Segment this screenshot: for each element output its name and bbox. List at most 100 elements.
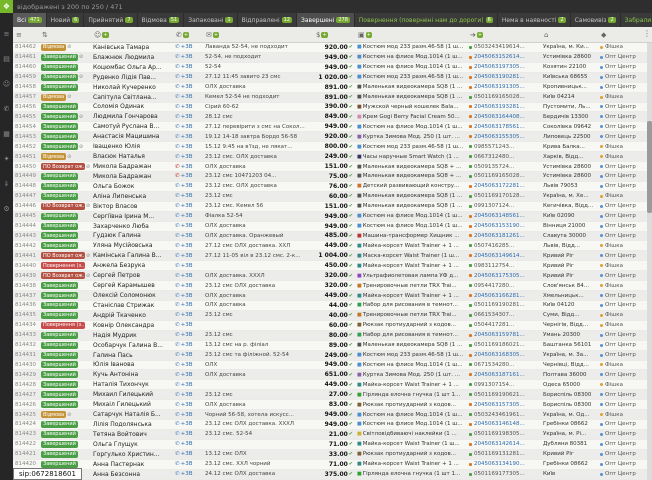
tracking-number[interactable]: 0671534280...	[467, 362, 541, 368]
table-row[interactable]: 814424ЗавершенийЛілія Подолянська✆+3В23.…	[13, 420, 652, 430]
tracking-number[interactable]: 2045063146148...	[467, 421, 541, 427]
call-icon[interactable]: ✆	[175, 461, 180, 467]
table-row[interactable]: 814455Завершений⊘Людмила Гончарова✆+3В28…	[13, 112, 652, 122]
tracking-number[interactable]: 0501169165028...	[467, 173, 541, 179]
table-row[interactable]: 814462Відмова⊘Канівська Тамара✆+3ВЛаванд…	[13, 43, 652, 53]
call-icon[interactable]: ✆	[175, 332, 180, 338]
product-cell[interactable]: ■Костюм мод 233 разм.46-58 (1 ш...	[355, 74, 467, 80]
call-icon[interactable]: ✆	[175, 253, 180, 259]
call-icon[interactable]: ✆	[175, 164, 180, 170]
client-name[interactable]: Олексій Соломонюк	[91, 292, 173, 299]
call-icon[interactable]: ✆	[175, 431, 180, 437]
client-name[interactable]: Михаил Гилецький	[91, 391, 173, 398]
add-badge[interactable]: +	[321, 32, 327, 38]
client-name[interactable]: Горгулько Христин...	[91, 451, 173, 458]
order-comment[interactable]: 24.12 смс ОЛХ доставка	[203, 471, 313, 477]
order-comment[interactable]: ОЛХ доставка	[203, 164, 313, 170]
call-icon[interactable]: ✆	[175, 64, 180, 70]
table-row[interactable]: 814430ЗавершенийЮлія Іванова✆+3ВОЛХ949.0…	[13, 361, 652, 371]
status-badge[interactable]: Завершений	[41, 103, 78, 110]
column-header[interactable]: ≡	[13, 31, 39, 39]
status-badge[interactable]: Завершений	[41, 401, 78, 408]
tracking-number[interactable]: 0991307154...	[467, 382, 541, 388]
product-cell[interactable]: ■Куртка Зимова Мод. 250 (1 шт. ...	[355, 372, 467, 378]
product-cell[interactable]: ■Костюм мод 233 разм.46-58 (1 ш...	[355, 44, 467, 50]
table-row[interactable]: 814446ПО Возврат ож.⊘Віктор Власов✆+3В23…	[13, 202, 652, 212]
call-icon[interactable]: ✆	[175, 352, 180, 358]
status-badge[interactable]: Завершений	[41, 183, 78, 190]
table-row[interactable]: 814444ЗавершенийЗахарченко Люба✆+3ВОЛХ д…	[13, 222, 652, 232]
tab-6[interactable]: Завершені278	[297, 13, 355, 27]
status-badge[interactable]: Завершений	[41, 332, 78, 339]
table-row[interactable]: 814443ЗавершенийГудзюк Галина✆+3ВОЛХ дос…	[13, 232, 652, 242]
call-icon[interactable]: ✆	[175, 114, 180, 120]
call-icon[interactable]: ✆	[175, 342, 180, 348]
client-name[interactable]: Микола Бадражан	[91, 163, 173, 170]
product-cell[interactable]: ■Маленькая видеокамера SQ8 (1 ...	[355, 193, 467, 199]
column-header[interactable]: ➔+	[467, 31, 541, 39]
more-icon[interactable]: ⋮	[643, 29, 651, 38]
status-badge[interactable]: ПО Возврат ож.	[41, 203, 85, 210]
call-icon[interactable]: ✆	[175, 322, 180, 328]
client-name[interactable]: Галина Пась	[91, 352, 173, 359]
tab-4[interactable]: Запаковані1	[184, 13, 237, 27]
status-badge[interactable]: Завершений	[41, 84, 78, 91]
call-icon[interactable]: ✆	[175, 392, 180, 398]
table-row[interactable]: 814429ЗавершенийКучь Антоніна✆+3ВОЛХ дос…	[13, 370, 652, 380]
client-name[interactable]: Блажнюк Людмила	[91, 54, 173, 61]
call-icon[interactable]: ✆	[175, 183, 180, 189]
tracking-number[interactable]: 2045063193281...	[467, 104, 541, 110]
order-comment[interactable]: ОЛХ доставка. Оранжевый	[203, 233, 313, 239]
status-badge[interactable]: Завершений	[41, 113, 78, 120]
tracking-number[interactable]: 0983112754...	[467, 263, 541, 269]
order-comment[interactable]: 23.12 смс. 52-54	[203, 431, 313, 437]
tab-3[interactable]: Відмова51	[138, 13, 185, 27]
product-cell[interactable]: ■Рюкзак протиударний з кодов...	[355, 402, 467, 408]
status-badge[interactable]: Завершений	[41, 431, 78, 438]
client-name[interactable]: Власюк Наталья	[91, 153, 173, 160]
status-badge[interactable]: Відмова	[41, 411, 66, 418]
tracking-number[interactable]: 0501169165028...	[467, 94, 541, 100]
product-cell[interactable]: ■Гірлянда елочна гнучка (1 шт 1...	[355, 471, 467, 477]
tracking-number[interactable]: 0507416285...	[467, 243, 541, 249]
call-icon[interactable]: ✆	[175, 372, 180, 378]
order-comment[interactable]: 23.12 смс	[203, 392, 313, 398]
order-comment[interactable]: ОЛХ доставка	[203, 223, 313, 229]
status-badge[interactable]: ПО Возврат ож.	[41, 252, 85, 259]
call-icon[interactable]: ✆	[175, 94, 180, 100]
status-badge[interactable]: Завершений	[41, 133, 78, 140]
order-comment[interactable]: 13.12 смс на р. філіал	[203, 342, 313, 348]
client-name[interactable]: Ковнір Олександра	[91, 322, 173, 329]
call-icon[interactable]: ✆	[175, 293, 180, 299]
status-badge[interactable]: Завершений	[41, 54, 78, 61]
client-name[interactable]: Надія Мудрик	[91, 332, 173, 339]
order-comment[interactable]: 23.12 смс ОЛХ доставка	[203, 283, 313, 289]
call-icon[interactable]: ✆	[175, 471, 180, 477]
call-icon[interactable]: ✆	[175, 402, 180, 408]
client-name[interactable]: Наталія Тихончук	[91, 381, 173, 388]
tab-1[interactable]: Новий6	[47, 13, 85, 27]
table-row[interactable]: 814458ЗавершенийНиколай Кучеренко✆+3ВОЛХ…	[13, 83, 652, 93]
tracking-number[interactable]: 0501169190281...	[467, 302, 541, 308]
product-cell[interactable]: ■Майка-корсет Waist Trainer + 1 ...	[355, 461, 467, 467]
product-cell[interactable]: ■Гірлянда елочна гнучка (1 шт 1...	[355, 392, 467, 398]
product-cell[interactable]: ■Маленькая видеокамера SQ8 (1 ...	[355, 84, 467, 90]
status-badge[interactable]: Повернення (з..	[41, 322, 85, 329]
scrollbar-thumb[interactable]	[647, 121, 652, 213]
order-comment[interactable]: 15.12 9:45 на в'їзд, не лякат...	[203, 144, 313, 150]
client-name[interactable]: Сергей Карамышев	[91, 282, 173, 289]
order-comment[interactable]: ОЛХ	[203, 362, 313, 368]
product-cell[interactable]: ■Куртка Зимова Мод. 250 (1 шт. ...	[355, 134, 467, 140]
product-cell[interactable]: ■Костюм на флисе Мод.1014 (1 ш...	[355, 362, 467, 368]
table-row[interactable]: 814436ЗавершенийСтаніслав Стрижак✆+3ВОЛХ…	[13, 301, 652, 311]
call-icon[interactable]: ✆	[175, 84, 180, 90]
tracking-number[interactable]: 0954417280...	[467, 283, 541, 289]
client-name[interactable]: Сергіївна Ірина М...	[91, 213, 173, 220]
status-badge[interactable]: Завершений	[41, 193, 78, 200]
tracking-number[interactable]: 0503243461961...	[467, 412, 541, 418]
column-header[interactable]: ◆	[598, 31, 646, 39]
client-name[interactable]: Уляна Мусійовська	[91, 242, 173, 249]
status-badge[interactable]: Завершений	[41, 391, 78, 398]
status-badge[interactable]: Завершений	[41, 312, 78, 319]
status-badge[interactable]: Завершений	[41, 441, 78, 448]
